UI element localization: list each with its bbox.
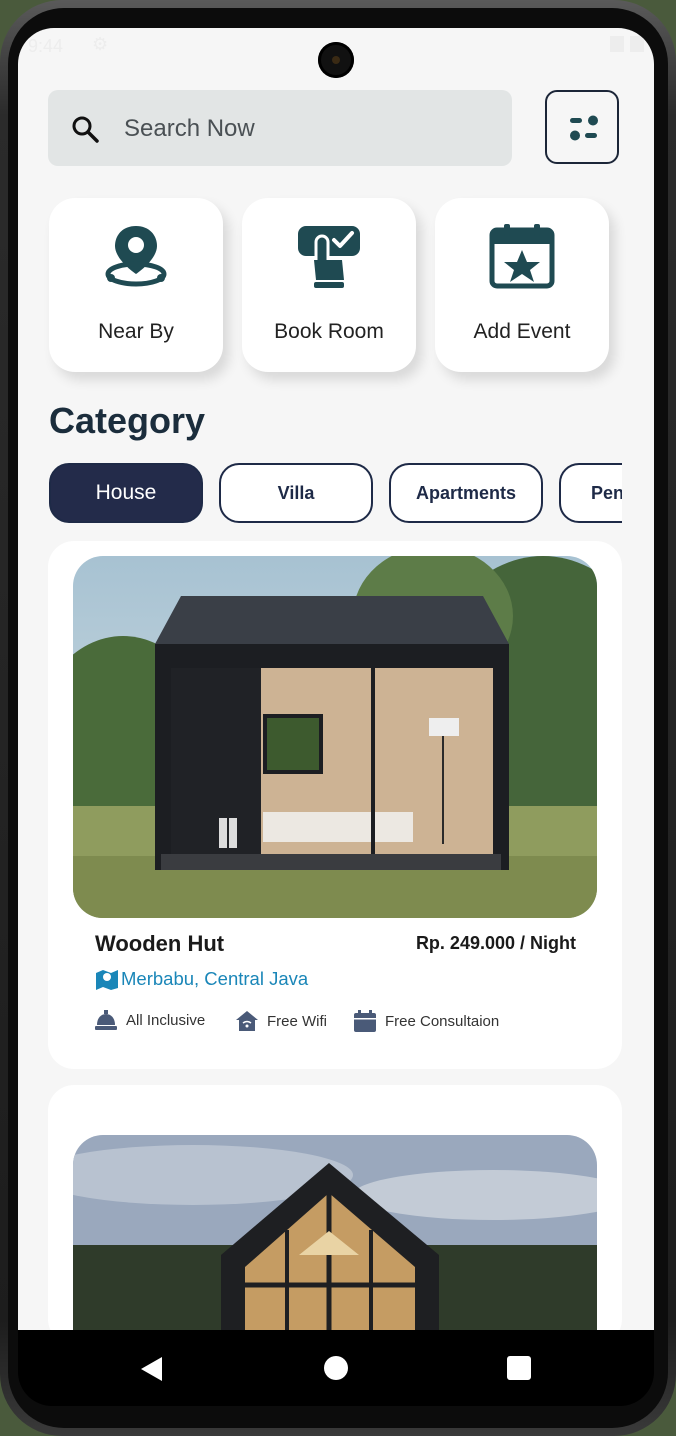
- amenity-label: All Inclusive: [126, 1011, 206, 1029]
- listing-photo: [73, 556, 597, 918]
- chip-apartments[interactable]: Apartments: [389, 463, 543, 523]
- amenity-label: Free Consultaion: [385, 1012, 500, 1030]
- search-input[interactable]: [122, 108, 496, 150]
- amenity-free-consultation: Free Consultaion: [353, 1009, 499, 1033]
- near-by-label: Near By: [98, 320, 174, 343]
- listing-card[interactable]: [48, 1085, 622, 1330]
- app-screen: 9:44 ⚙ Near By: [18, 28, 654, 1330]
- back-icon[interactable]: [140, 1356, 164, 1382]
- glass-cabin-illustration: [73, 1135, 597, 1330]
- calendar-star-icon: [489, 224, 555, 289]
- near-by-action[interactable]: Near By: [49, 198, 223, 372]
- amenity-all-inclusive: All Inclusive: [94, 1009, 205, 1031]
- tap-booking-icon: [298, 226, 360, 288]
- signal-icon: [610, 36, 624, 52]
- chip-villa[interactable]: Villa: [219, 463, 373, 523]
- amenity-free-wifi: Free Wifi: [235, 1009, 327, 1033]
- search-icon: [72, 116, 99, 143]
- front-camera: [318, 42, 354, 78]
- status-indicators: [610, 36, 644, 52]
- listing-photo: [73, 1135, 597, 1330]
- wooden-hut-illustration: [73, 556, 597, 918]
- home-icon[interactable]: [324, 1356, 348, 1380]
- listing-location: Merbabu, Central Java: [95, 968, 308, 990]
- home-wifi-icon: [236, 1011, 258, 1031]
- listing-card[interactable]: Wooden Hut Rp. 249.000 / Night Merbabu, …: [48, 541, 622, 1069]
- service-bell-icon: [95, 1010, 117, 1030]
- filter-sliders-icon: [570, 115, 598, 141]
- map-location-icon: [96, 970, 118, 990]
- chip-clip: Pen: [559, 463, 622, 523]
- system-nav-bar: [18, 1330, 654, 1406]
- chip-pen[interactable]: Pen: [559, 463, 622, 523]
- listing-location-text: Merbabu, Central Java: [121, 968, 309, 989]
- status-time: 9:44: [28, 36, 64, 56]
- book-room-action[interactable]: Book Room: [242, 198, 416, 372]
- chip-house[interactable]: House: [49, 463, 203, 523]
- settings-status-icon: ⚙: [92, 34, 109, 54]
- add-event-action[interactable]: Add Event: [435, 198, 609, 372]
- calendar-icon: [354, 1010, 376, 1032]
- listing-title: Wooden Hut: [95, 931, 225, 956]
- book-room-label: Book Room: [274, 320, 384, 343]
- filter-button[interactable]: [545, 90, 619, 164]
- location-pin-icon: [105, 226, 167, 287]
- search-bar[interactable]: [48, 90, 512, 166]
- listing-price: Rp. 249.000 / Night: [415, 933, 576, 953]
- battery-icon: [630, 36, 644, 52]
- add-event-label: Add Event: [473, 320, 571, 343]
- category-title: Category: [49, 400, 206, 441]
- amenity-label: Free Wifi: [267, 1012, 327, 1030]
- recent-apps-icon[interactable]: [507, 1356, 531, 1380]
